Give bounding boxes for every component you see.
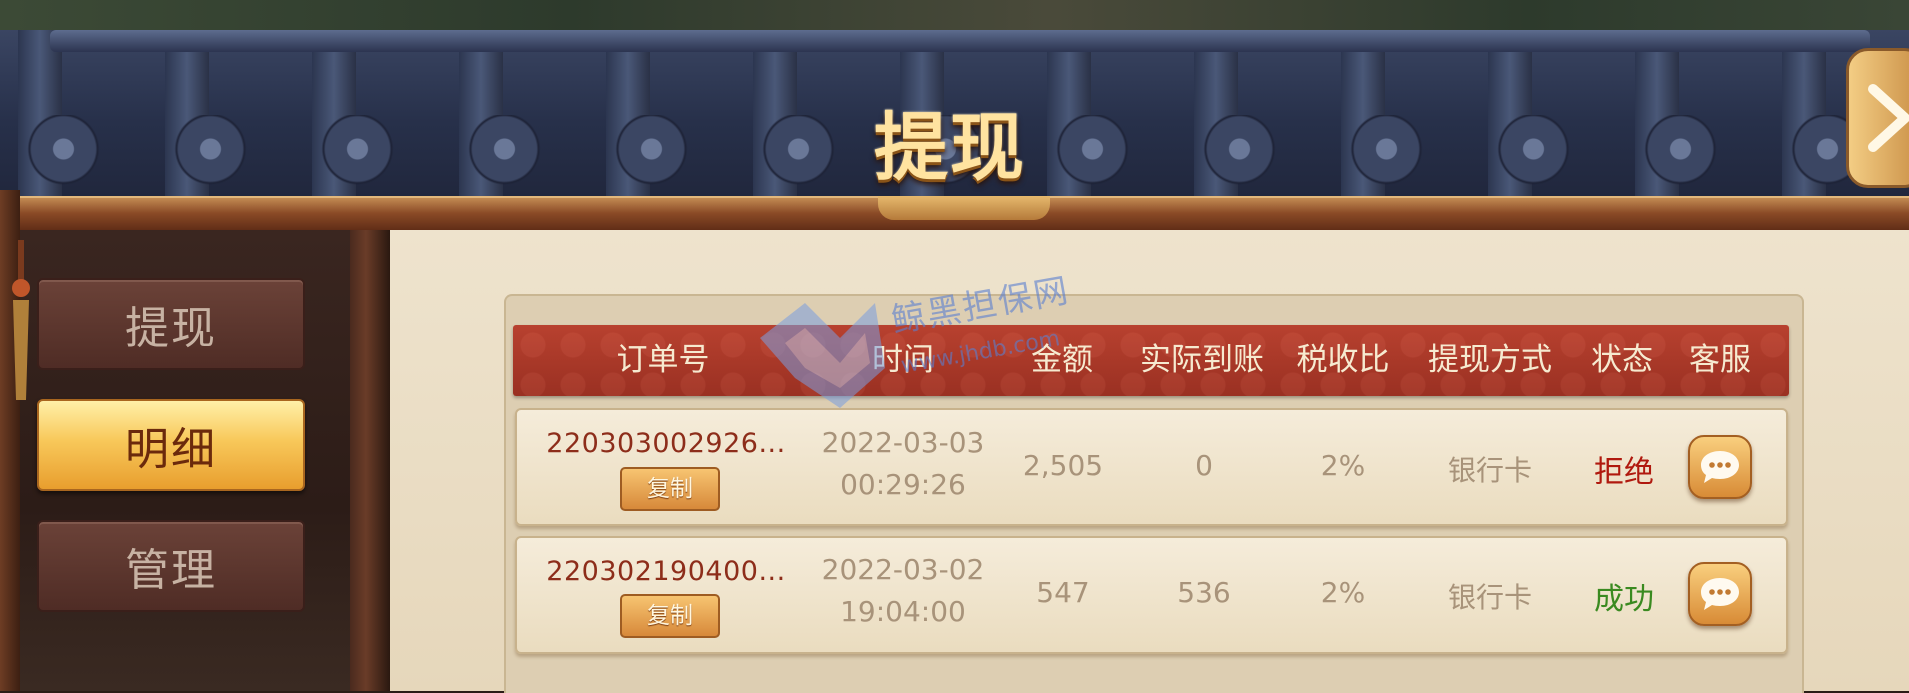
date-text: 2022-03-02 — [821, 553, 985, 586]
tassel-ornament — [12, 240, 30, 400]
method-cell: 银行卡 — [1447, 581, 1533, 614]
amount-cell: 2,505 — [1022, 449, 1104, 482]
copy-button[interactable]: 复制 — [620, 467, 720, 511]
chat-bubble-icon — [1701, 578, 1739, 610]
status-badge: 拒绝 — [1594, 455, 1654, 490]
order-number: 220302190400... — [546, 556, 786, 587]
sidebar-item-label: 明细 — [125, 424, 217, 475]
close-button[interactable] — [1846, 48, 1909, 188]
page-title: 提现 — [874, 105, 1026, 191]
status-badge: 成功 — [1594, 582, 1654, 617]
chat-bubble-icon — [1701, 451, 1739, 483]
received-cell: 0 — [1195, 449, 1213, 482]
amount-cell: 547 — [1036, 576, 1090, 609]
customer-service-button[interactable] — [1688, 562, 1752, 626]
column-header-order-no: 订单号 — [616, 342, 710, 378]
sidebar-divider — [350, 230, 390, 691]
column-header-status: 状态 — [1591, 342, 1653, 378]
chevron-right-icon — [1868, 84, 1909, 152]
sidebar-item-withdraw[interactable]: 提现 — [37, 278, 305, 370]
sidebar-item-details[interactable]: 明细 — [37, 399, 305, 491]
received-cell: 536 — [1177, 576, 1231, 609]
method-cell: 银行卡 — [1447, 454, 1533, 487]
sidebar-item-label: 管理 — [125, 545, 217, 596]
roof-ridge — [50, 30, 1870, 52]
column-header-method: 提现方式 — [1428, 342, 1552, 378]
time-text: 00:29:26 — [840, 468, 966, 501]
tax-cell: 2% — [1320, 576, 1366, 609]
column-header-tax: 税收比 — [1296, 342, 1390, 378]
column-header-service: 客服 — [1689, 342, 1751, 378]
order-number: 220303002926... — [546, 428, 786, 459]
date-text: 2022-03-03 — [821, 426, 985, 459]
tax-cell: 2% — [1320, 449, 1366, 482]
copy-button[interactable]: 复制 — [620, 594, 720, 638]
sidebar-item-manage[interactable]: 管理 — [37, 520, 305, 612]
time-text: 19:04:00 — [840, 595, 966, 628]
time-cell: 2022-03-02 19:04:00 — [822, 549, 985, 633]
title-plate — [878, 196, 1050, 220]
sidebar-item-label: 提现 — [125, 303, 217, 354]
column-header-received: 实际到账 — [1140, 342, 1264, 378]
customer-service-button[interactable] — [1688, 435, 1752, 499]
time-cell: 2022-03-03 00:29:26 — [822, 422, 985, 506]
